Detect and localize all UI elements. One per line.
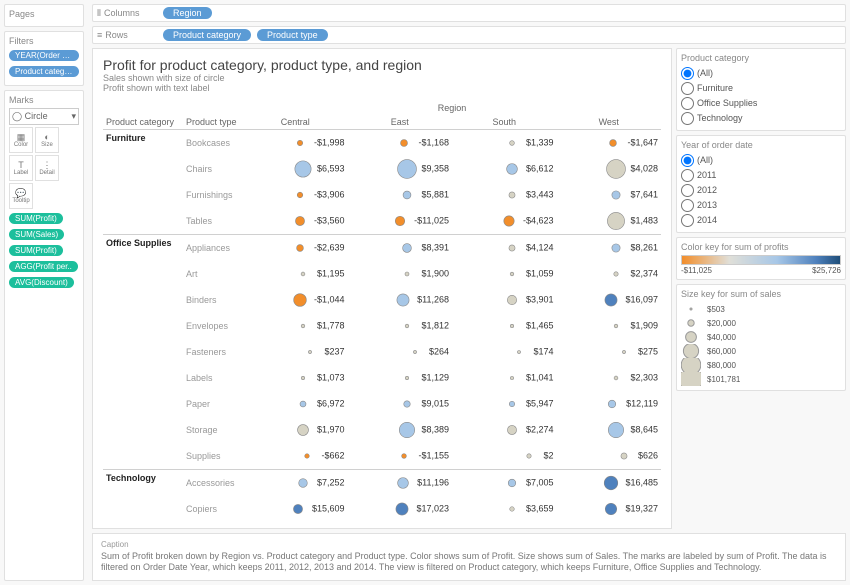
columns-icon: ⦀ (97, 8, 101, 19)
table-row: Supplies-$662-$1,155$2$626 (103, 443, 661, 470)
filter-option[interactable]: Office Supplies (681, 96, 841, 111)
filter-option[interactable]: (All) (681, 66, 841, 81)
legend-size: Size key for sum of sales $503$20,000$40… (676, 284, 846, 391)
caption-label: Caption (101, 540, 837, 550)
caption-text: Sum of Profit broken down by Region vs. … (101, 551, 837, 574)
mark-detail-button[interactable]: ⋮Detail (35, 155, 59, 181)
mark-pill[interactable]: SUM(Profit) (9, 213, 63, 224)
radio-input[interactable] (681, 199, 694, 212)
filters-shelf[interactable]: Filters YEAR(Order Date) Product categor… (4, 31, 84, 86)
radio-input[interactable] (681, 169, 694, 182)
mark-pill[interactable]: SUM(Sales) (9, 229, 64, 240)
mark-type-select[interactable]: ◯ Circle ▾ (9, 108, 79, 125)
radio-input[interactable] (681, 184, 694, 197)
table-row: Office SuppliesAppliances-$2,639$8,391$4… (103, 235, 661, 262)
marks-shelf[interactable]: Marks ◯ Circle ▾ ▦Color ◐Size TLabel ⋮De… (4, 90, 84, 581)
filter-option[interactable]: 2013 (681, 198, 841, 213)
detail-icon: ⋮ (43, 161, 52, 170)
mark-pill[interactable]: SUM(Profit) (9, 245, 63, 256)
mark-tooltip-button[interactable]: 💬Tooltip (9, 183, 33, 209)
table-row: Tables-$3,560-$11,025-$4,623$1,483 (103, 208, 661, 235)
filter-pill[interactable]: Product category (9, 66, 79, 77)
mark-label-button[interactable]: TLabel (9, 155, 33, 181)
radio-input[interactable] (681, 82, 694, 95)
columns-pill[interactable]: Region (163, 7, 212, 19)
table-row: Storage$1,970$8,389$2,274$8,645 (103, 417, 661, 443)
legend-year[interactable]: Year of order date (All)2011201220132014 (676, 135, 846, 233)
size-legend-row: $80,000 (681, 358, 841, 372)
pages-title: Pages (9, 9, 79, 19)
columns-shelf[interactable]: ⦀Columns Region (92, 4, 846, 22)
viz-title: Profit for product category, product typ… (103, 57, 661, 73)
table-row: Furnishings-$3,906$5,881$3,443$7,641 (103, 182, 661, 208)
tooltip-icon: 💬 (15, 189, 26, 198)
viz-table: RegionProduct categoryProduct typeCentra… (103, 101, 661, 520)
filters-title: Filters (9, 36, 79, 46)
rows-pill[interactable]: Product category (163, 29, 251, 41)
size-legend-row: $503 (681, 302, 841, 316)
filter-option[interactable]: Technology (681, 111, 841, 126)
filter-option[interactable]: 2012 (681, 183, 841, 198)
caption-panel: Caption Sum of Profit broken down by Reg… (92, 533, 846, 581)
table-row: Envelopes$1,778$1,812$1,465$1,909 (103, 313, 661, 339)
radio-input[interactable] (681, 67, 694, 80)
table-row: Binders-$1,044$11,268$3,901$16,097 (103, 287, 661, 313)
radio-input[interactable] (681, 214, 694, 227)
mark-pill[interactable]: AGG(Profit per.. (9, 261, 78, 272)
filter-option[interactable]: 2011 (681, 168, 841, 183)
rows-pill[interactable]: Product type (257, 29, 328, 41)
mark-color-button[interactable]: ▦Color (9, 127, 33, 153)
table-row: Chairs$6,593$9,358$6,612$4,028 (103, 156, 661, 182)
table-row: Art$1,195$1,900$1,059$2,374 (103, 261, 661, 287)
size-legend-row: $40,000 (681, 330, 841, 344)
size-icon: ◐ (44, 133, 49, 142)
size-legend-row: $20,000 (681, 316, 841, 330)
table-row: Fasteners$237$264$174$275 (103, 339, 661, 365)
filter-pill[interactable]: YEAR(Order Date) (9, 50, 79, 61)
table-row: TechnologyAccessories$7,252$11,196$7,005… (103, 470, 661, 497)
color-gradient (681, 255, 841, 265)
legend-color: Color key for sum of profits -$11,025 $2… (676, 237, 846, 280)
viz-subtitle: Profit shown with text label (103, 83, 661, 93)
filter-option[interactable]: (All) (681, 153, 841, 168)
table-row: Copiers$15,609$17,023$3,659$19,327 (103, 496, 661, 520)
viz-panel: Profit for product category, product typ… (92, 48, 672, 529)
marks-title: Marks (9, 95, 79, 105)
filter-option[interactable]: Furniture (681, 81, 841, 96)
table-row: Labels$1,073$1,129$1,041$2,303 (103, 365, 661, 391)
rows-shelf[interactable]: ≡Rows Product category Product type (92, 26, 846, 44)
filter-option[interactable]: 2014 (681, 213, 841, 228)
radio-input[interactable] (681, 97, 694, 110)
radio-input[interactable] (681, 112, 694, 125)
legend-category[interactable]: Product category (All)FurnitureOffice Su… (676, 48, 846, 131)
size-legend-row: $101,781 (681, 372, 841, 386)
table-row: Paper$6,972$9,015$5,947$12,119 (103, 391, 661, 417)
label-icon: T (18, 161, 24, 170)
size-legend-row: $60,000 (681, 344, 841, 358)
radio-input[interactable] (681, 154, 694, 167)
table-row: FurnitureBookcases-$1,998-$1,168$1,339-$… (103, 130, 661, 157)
rows-icon: ≡ (97, 30, 102, 40)
pages-shelf[interactable]: Pages (4, 4, 84, 27)
mark-pill[interactable]: AVG(Discount) (9, 277, 74, 288)
color-icon: ▦ (17, 133, 26, 142)
viz-subtitle: Sales shown with size of circle (103, 73, 661, 83)
mark-size-button[interactable]: ◐Size (35, 127, 59, 153)
